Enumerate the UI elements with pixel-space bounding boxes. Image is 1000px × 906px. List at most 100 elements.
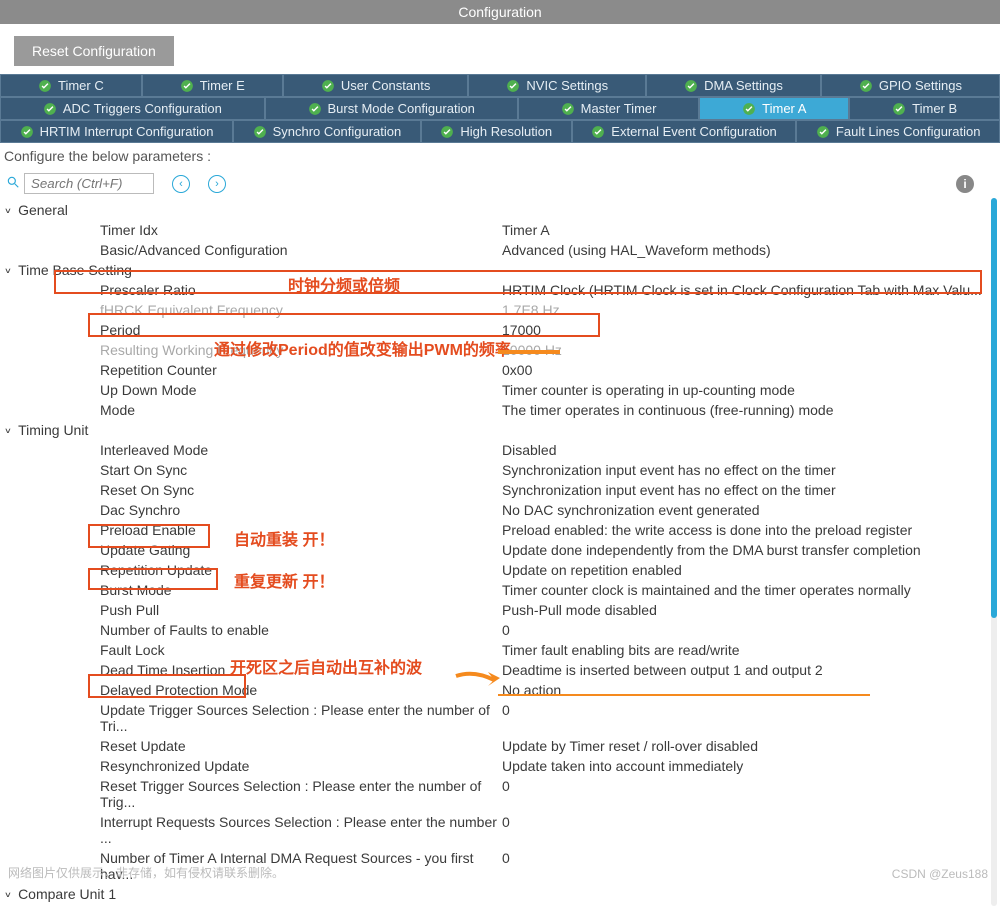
param-label: Resynchronized Update bbox=[4, 758, 502, 774]
scrollbar-thumb[interactable] bbox=[991, 198, 997, 618]
tab-label: Fault Lines Configuration bbox=[836, 124, 981, 139]
check-icon bbox=[684, 79, 698, 93]
param-row[interactable]: Interrupt Requests Sources Selection : P… bbox=[4, 812, 1000, 848]
tab-label: User Constants bbox=[341, 78, 431, 93]
param-label: Interleaved Mode bbox=[4, 442, 502, 458]
section-timebase[interactable]: ∨Time Base Setting bbox=[4, 260, 1000, 280]
reset-configuration-button[interactable]: Reset Configuration bbox=[14, 36, 174, 66]
param-row[interactable]: Reset UpdateUpdate by Timer reset / roll… bbox=[4, 736, 1000, 756]
param-row[interactable]: Timer IdxTimer A bbox=[4, 220, 1000, 240]
section-compare[interactable]: ∨Compare Unit 1 bbox=[4, 884, 1000, 904]
param-label: Reset On Sync bbox=[4, 482, 502, 498]
param-row[interactable]: Number of Faults to enable0 bbox=[4, 620, 1000, 640]
param-value: 0 bbox=[502, 622, 1000, 638]
check-icon bbox=[440, 125, 454, 139]
check-icon bbox=[253, 125, 267, 139]
tab-high-resolution[interactable]: High Resolution bbox=[421, 120, 572, 143]
param-row[interactable]: Resulting Working Frequency10000 Hz bbox=[4, 340, 1000, 360]
param-label: Reset Update bbox=[4, 738, 502, 754]
tab-timer-b[interactable]: Timer B bbox=[849, 97, 1000, 120]
param-value: Timer fault enabling bits are read/write bbox=[502, 642, 1000, 658]
param-row[interactable]: Update Trigger Sources Selection : Pleas… bbox=[4, 700, 1000, 736]
param-label: Fault Lock bbox=[4, 642, 502, 658]
tab-label: Master Timer bbox=[581, 101, 657, 116]
param-row[interactable]: Reset On SyncSynchronization input event… bbox=[4, 480, 1000, 500]
param-row[interactable]: Resynchronized UpdateUpdate taken into a… bbox=[4, 756, 1000, 776]
tab-adc-triggers-configuration[interactable]: ADC Triggers Configuration bbox=[0, 97, 265, 120]
param-row[interactable]: Start On SyncSynchronization input event… bbox=[4, 460, 1000, 480]
check-icon bbox=[38, 79, 52, 93]
param-row[interactable]: Interleaved ModeDisabled bbox=[4, 440, 1000, 460]
section-label: Timing Unit bbox=[18, 422, 88, 438]
section-general[interactable]: ∨General bbox=[4, 200, 1000, 220]
param-row[interactable]: Burst ModeTimer counter clock is maintai… bbox=[4, 580, 1000, 600]
search-prev-button[interactable]: ‹ bbox=[172, 175, 190, 193]
param-row[interactable]: Update GatingUpdate done independently f… bbox=[4, 540, 1000, 560]
param-label: Dac Synchro bbox=[4, 502, 502, 518]
tab-label: Timer B bbox=[912, 101, 957, 116]
param-row[interactable]: Repetition UpdateUpdate on repetition en… bbox=[4, 560, 1000, 580]
parameters-body: ∨General Timer IdxTimer ABasic/Advanced … bbox=[0, 198, 1000, 906]
tab-nvic-settings[interactable]: NVIC Settings bbox=[468, 74, 646, 97]
tab-label: Burst Mode Configuration bbox=[328, 101, 475, 116]
check-icon bbox=[742, 102, 756, 116]
watermark-text: 网络图片仅供展示，非存储，如有侵权请联系删除。 bbox=[8, 864, 284, 881]
param-label: Mode bbox=[4, 402, 502, 418]
param-row[interactable]: Delayed Protection ModeNo action bbox=[4, 680, 1000, 700]
param-label: Start On Sync bbox=[4, 462, 502, 478]
tab-label: Synchro Configuration bbox=[273, 124, 402, 139]
check-icon bbox=[816, 125, 830, 139]
tab-timer-c[interactable]: Timer C bbox=[0, 74, 142, 97]
check-icon bbox=[591, 125, 605, 139]
tab-external-event-configuration[interactable]: External Event Configuration bbox=[572, 120, 797, 143]
tab-synchro-configuration[interactable]: Synchro Configuration bbox=[233, 120, 421, 143]
param-value: 17000 bbox=[502, 322, 1000, 338]
tab-label: Timer E bbox=[200, 78, 245, 93]
section-timing[interactable]: ∨ Timing Unit bbox=[4, 420, 1000, 440]
param-label: Burst Mode bbox=[4, 582, 502, 598]
param-value: HRTIM Clock (HRTIM Clock is set in Clock… bbox=[502, 282, 1000, 298]
tab-timer-e[interactable]: Timer E bbox=[142, 74, 283, 97]
param-row[interactable]: Preload EnablePreload enabled: the write… bbox=[4, 520, 1000, 540]
check-icon bbox=[892, 102, 906, 116]
tab-label: NVIC Settings bbox=[526, 78, 608, 93]
param-value: Timer counter is operating in up-countin… bbox=[502, 382, 1000, 398]
param-value: Timer A bbox=[502, 222, 1000, 238]
param-label: Period bbox=[4, 322, 502, 338]
param-row[interactable]: Period17000 bbox=[4, 320, 1000, 340]
param-label: Update Gating bbox=[4, 542, 502, 558]
tab-label: Timer C bbox=[58, 78, 104, 93]
tab-hrtim-interrupt-configuration[interactable]: HRTIM Interrupt Configuration bbox=[0, 120, 233, 143]
param-value: Deadtime is inserted between output 1 an… bbox=[502, 662, 1000, 678]
caret-down-icon: ∨ bbox=[4, 425, 12, 434]
param-row[interactable]: Reset Trigger Sources Selection : Please… bbox=[4, 776, 1000, 812]
param-row[interactable]: ModeThe timer operates in continuous (fr… bbox=[4, 400, 1000, 420]
param-row[interactable]: Repetition Counter0x00 bbox=[4, 360, 1000, 380]
search-input[interactable] bbox=[24, 173, 154, 194]
tab-timer-a[interactable]: Timer A bbox=[699, 97, 849, 120]
param-row[interactable]: Dead Time InsertionDeadtime is inserted … bbox=[4, 660, 1000, 680]
param-row[interactable]: Dac SynchroNo DAC synchronization event … bbox=[4, 500, 1000, 520]
param-value: Update done independently from the DMA b… bbox=[502, 542, 1000, 558]
param-row[interactable]: Basic/Advanced ConfigurationAdvanced (us… bbox=[4, 240, 1000, 260]
param-row[interactable]: Push PullPush-Pull mode disabled bbox=[4, 600, 1000, 620]
param-label: Dead Time Insertion bbox=[4, 662, 502, 678]
param-label: Push Pull bbox=[4, 602, 502, 618]
tab-user-constants[interactable]: User Constants bbox=[283, 74, 469, 97]
tab-master-timer[interactable]: Master Timer bbox=[518, 97, 700, 120]
tab-burst-mode-configuration[interactable]: Burst Mode Configuration bbox=[265, 97, 518, 120]
search-next-button[interactable]: › bbox=[208, 175, 226, 193]
param-label: Update Trigger Sources Selection : Pleas… bbox=[4, 702, 502, 734]
param-row[interactable]: Fault LockTimer fault enabling bits are … bbox=[4, 640, 1000, 660]
param-row[interactable]: Prescaler RatioHRTIM Clock (HRTIM Clock … bbox=[4, 280, 1000, 300]
param-row[interactable]: fHRCK Equivalent Frequency1.7E8 Hz bbox=[4, 300, 1000, 320]
check-icon bbox=[43, 102, 57, 116]
csdn-credit: CSDN @Zeus188 bbox=[892, 867, 988, 881]
info-icon[interactable]: i bbox=[956, 175, 974, 193]
tabs-row-2: ADC Triggers Configuration Burst Mode Con… bbox=[0, 97, 1000, 120]
param-row[interactable]: Up Down ModeTimer counter is operating i… bbox=[4, 380, 1000, 400]
tab-dma-settings[interactable]: DMA Settings bbox=[646, 74, 821, 97]
tab-label: HRTIM Interrupt Configuration bbox=[40, 124, 214, 139]
tab-fault-lines-configuration[interactable]: Fault Lines Configuration bbox=[796, 120, 1000, 143]
tab-gpio-settings[interactable]: GPIO Settings bbox=[821, 74, 1000, 97]
